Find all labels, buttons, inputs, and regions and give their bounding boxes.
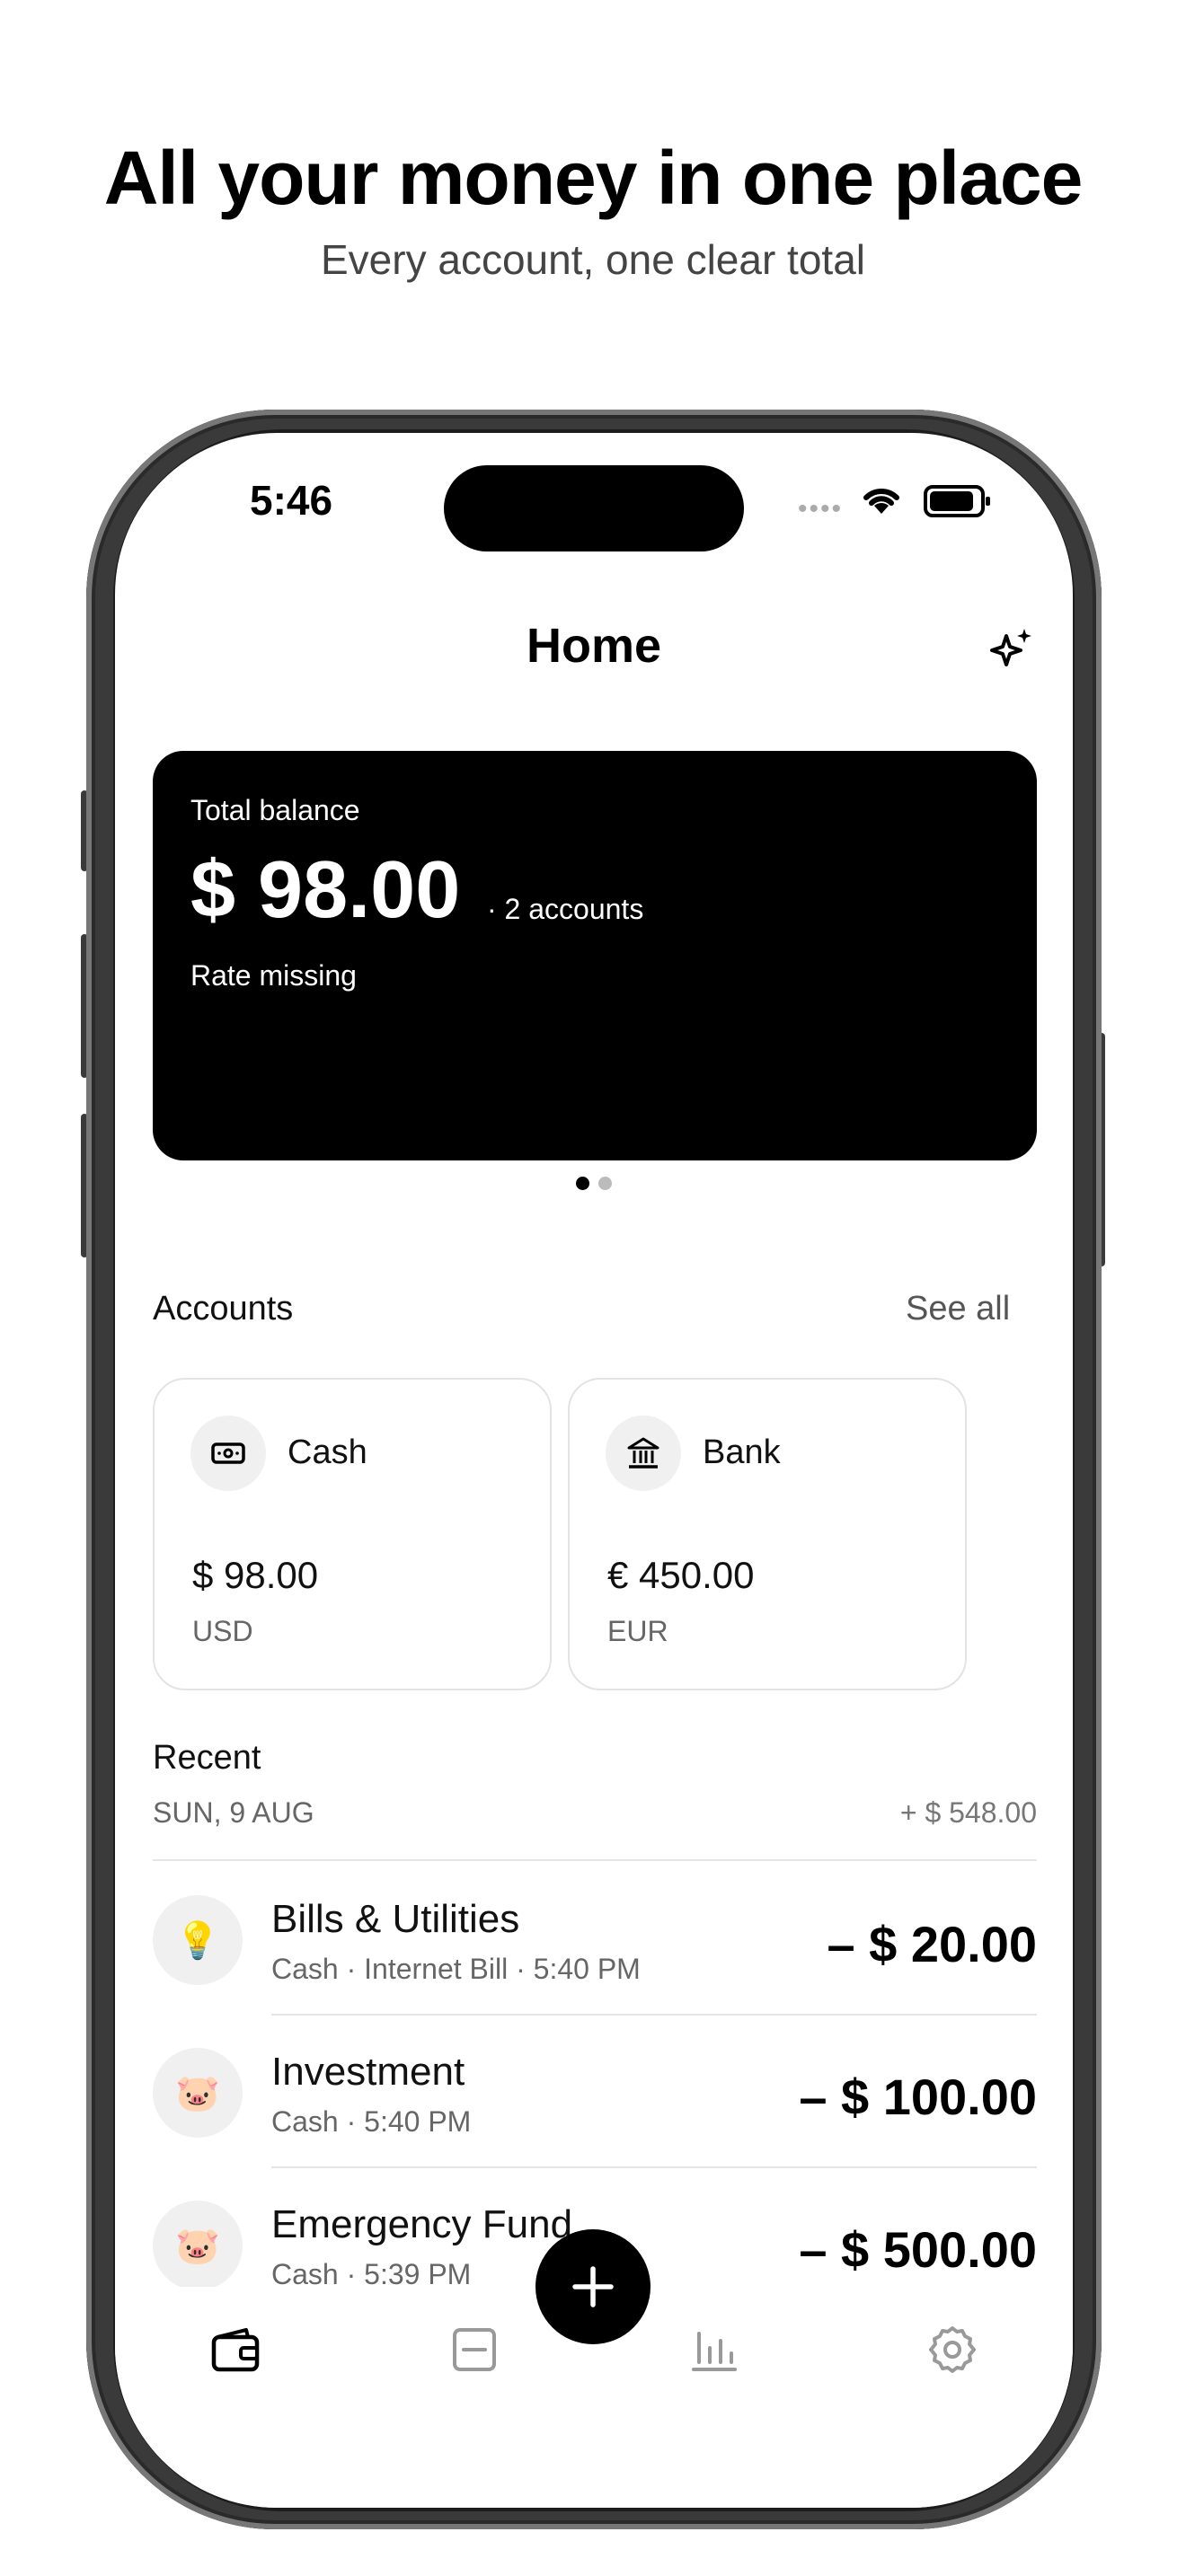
rate-missing-note: Rate missing	[190, 959, 357, 992]
account-amount: $ 98.00	[192, 1554, 319, 1596]
hero-subtitle: Every account, one clear total	[321, 236, 865, 283]
accounts-section-title: Accounts	[153, 1290, 294, 1328]
balance-amount: $ 98.00	[190, 845, 461, 935]
sparkle-icon[interactable]	[988, 625, 1035, 672]
date-header: SUN, 9 AUG + $ 548.00	[153, 1796, 1037, 1830]
account-card-bank[interactable]: Bank € 450.00 EUR	[568, 1378, 967, 1690]
status-time: 5:46	[250, 477, 333, 524]
transaction-amount: – $ 500.00	[799, 2221, 1037, 2278]
pager-dot-2[interactable]	[598, 1177, 612, 1190]
dynamic-island	[444, 465, 744, 551]
signal-dots-icon: ••••	[798, 494, 844, 524]
balance-card[interactable]: Total balance $ 98.00 · 2 accounts Rate …	[153, 751, 1037, 1160]
account-card-cash[interactable]: Cash $ 98.00 USD	[153, 1378, 552, 1690]
cash-icon	[190, 1416, 266, 1491]
battery-icon	[924, 485, 990, 517]
transaction-row[interactable]: 🐷 Investment Cash · 5:40 PM – $ 100.00	[153, 2016, 1037, 2168]
recent-section-title: Recent	[153, 1739, 261, 1777]
transaction-title: Emergency Fund	[271, 2202, 573, 2246]
transaction-subtitle: Cash · 5:40 PM	[271, 2105, 472, 2138]
transaction-title: Investment	[271, 2050, 465, 2094]
date-label: SUN, 9 AUG	[153, 1796, 314, 1829]
budget-icon[interactable]	[447, 2323, 501, 2377]
balance-accounts-count: · 2 accounts	[487, 893, 644, 925]
pig-icon: 🐷	[153, 2201, 243, 2290]
settings-icon[interactable]	[925, 2323, 979, 2377]
page-title: Home	[526, 619, 662, 673]
add-transaction-button[interactable]	[535, 2229, 651, 2344]
account-name: Bank	[703, 1434, 781, 1471]
account-currency: EUR	[607, 1615, 668, 1647]
transaction-subtitle: Cash · Internet Bill · 5:40 PM	[271, 1953, 641, 1985]
transaction-row[interactable]: 💡 Bills & Utilities Cash · Internet Bill…	[153, 1863, 1037, 2016]
transaction-amount: – $ 100.00	[799, 2069, 1037, 2125]
plus-icon	[572, 2266, 614, 2307]
pager-dot-1[interactable]	[576, 1177, 589, 1190]
phone-screen: 5:46 •••• Home Total balance $ 98.00 · 2…	[115, 433, 1073, 2508]
pig-icon: 🐷	[153, 2048, 243, 2138]
divider	[153, 1859, 1037, 1861]
wallet-icon[interactable]	[208, 2323, 262, 2377]
account-name: Cash	[288, 1434, 367, 1471]
lightbulb-icon: 💡	[153, 1895, 243, 1985]
day-total: + $ 548.00	[899, 1796, 1037, 1829]
transaction-title: Bills & Utilities	[271, 1897, 520, 1941]
balance-label: Total balance	[190, 794, 360, 826]
bank-icon	[606, 1416, 681, 1491]
see-all-link[interactable]: See all	[906, 1290, 1010, 1328]
hero-title: All your money in one place	[103, 136, 1084, 220]
wifi-icon	[863, 488, 899, 514]
account-amount: € 450.00	[607, 1554, 755, 1596]
card-pager[interactable]	[115, 1177, 1073, 1195]
transaction-amount: – $ 20.00	[827, 1916, 1037, 1972]
account-currency: USD	[192, 1615, 253, 1647]
stats-icon[interactable]	[686, 2323, 740, 2377]
